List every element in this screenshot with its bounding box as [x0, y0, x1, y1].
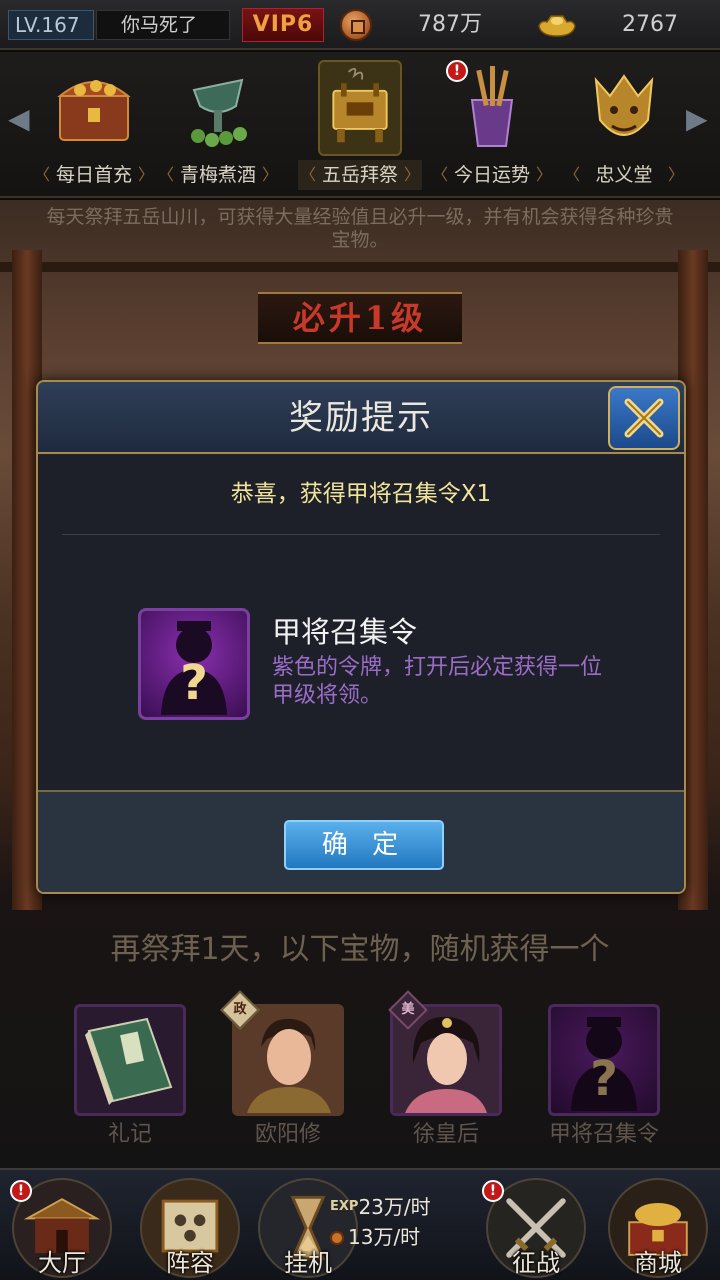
tab-label: 今日运势: [430, 160, 554, 190]
tab-label: 每日首充: [32, 160, 156, 190]
tab-daily-fortune[interactable]: ! 今日运势: [430, 58, 554, 192]
nav-label: 挂机: [284, 1249, 332, 1277]
tab-daily-recharge[interactable]: 每日首充: [32, 58, 156, 192]
nav-label: 阵容: [166, 1249, 214, 1277]
divider: [62, 534, 660, 535]
tab-loyalty-hall[interactable]: 忠义堂: [562, 58, 686, 192]
nav-label: 征战: [512, 1249, 560, 1277]
copper-coin-icon: [330, 1231, 344, 1245]
reward-slot-summon-token[interactable]: ? 甲将召集令: [548, 1004, 660, 1150]
treasure-chest-icon: [57, 80, 131, 141]
reward-item-icon[interactable]: ?: [138, 608, 250, 720]
tab-label: 忠义堂: [562, 160, 686, 190]
afk-exp-rate: 23万/时: [358, 1195, 431, 1219]
nav-formation[interactable]: 阵容: [134, 1178, 246, 1280]
afk-income-info: EXP23万/时 13万/时: [330, 1192, 460, 1252]
player-name[interactable]: 你马死了: [96, 10, 230, 40]
player-level: LV.167: [8, 10, 94, 40]
nav-battle[interactable]: ! 征战: [480, 1178, 592, 1280]
coin-count: 787万: [418, 12, 482, 37]
general-portrait-icon: [235, 1007, 341, 1113]
dialog-body: 恭喜，获得甲将召集令X1 ? 甲将召集令 紫色的令牌，打开后必定获得一位甲级将领…: [38, 456, 684, 790]
afk-coin-rate: 13万/时: [348, 1225, 421, 1249]
tab-plum-wine[interactable]: 青梅煮酒: [156, 58, 280, 192]
tab-five-peaks-worship[interactable]: 五岳拜祭: [298, 58, 422, 192]
close-icon: [624, 398, 664, 438]
reward-slot-empress-xu[interactable]: 美 徐皇后: [388, 990, 502, 1150]
close-button[interactable]: [608, 386, 680, 450]
dragon-head-icon: [594, 74, 654, 136]
wine-vessel-icon: [191, 78, 247, 147]
reward-name: 欧阳修: [254, 1122, 321, 1147]
top-status-bar: LV.167 你马死了 VIP6 787万 2767: [0, 0, 720, 50]
gold-ingot-icon: [538, 15, 576, 37]
dialog-title: 奖励提示: [289, 398, 433, 438]
next-worship-hint: 再祭拜1天，以下宝物，随机获得一个: [110, 932, 610, 967]
alert-badge: !: [10, 1180, 32, 1202]
mystery-token-icon: ?: [571, 1017, 637, 1111]
tabs-right-arrow[interactable]: ▶: [686, 102, 708, 136]
svg-text:?: ?: [590, 1051, 618, 1107]
reward-item-name: 甲将召集令: [272, 615, 418, 649]
reward-name: 徐皇后: [412, 1122, 479, 1147]
tab-label: 五岳拜祭: [298, 160, 422, 190]
gate-beam: [0, 262, 720, 272]
exp-label: EXP: [330, 1199, 359, 1214]
incense-burner-icon: [318, 60, 402, 156]
level-up-banner: 必升1级: [258, 292, 462, 344]
confirm-button[interactable]: 确 定: [284, 820, 444, 870]
activity-description: 每天祭拜五岳山川，可获得大量经验值且必升一级，并有机会获得各种珍贵宝物。: [46, 206, 674, 251]
vip-badge[interactable]: VIP6: [242, 8, 324, 42]
mystery-token-icon: ?: [161, 621, 227, 715]
reward-frame: [74, 1004, 186, 1116]
afk-coin-rate-row: 13万/时: [330, 1222, 460, 1252]
alert-badge: !: [482, 1180, 504, 1202]
reward-frame: ?: [548, 1004, 660, 1116]
reward-name: 甲将召集令: [548, 1122, 659, 1147]
reward-slot-ouyang-xiu[interactable]: 政 欧阳修: [220, 990, 344, 1150]
alert-badge: !: [446, 60, 468, 82]
book-icon: [85, 1017, 173, 1105]
nav-label: 商城: [634, 1249, 682, 1277]
nav-label: 大厅: [38, 1249, 86, 1277]
tabs-left-arrow[interactable]: ◀: [8, 102, 30, 136]
copper-coin-icon: [340, 9, 372, 41]
nav-shop[interactable]: 商城: [602, 1178, 714, 1280]
afk-exp-rate-row: EXP23万/时: [330, 1192, 460, 1222]
svg-text:?: ?: [180, 655, 208, 711]
gold-count: 2767: [622, 12, 678, 37]
activity-tabs: ◀ 每日首充 青梅煮酒 五岳拜祭: [0, 52, 720, 198]
reward-item-description: 紫色的令牌，打开后必定获得一位甲级将领。: [272, 655, 603, 708]
nav-hall[interactable]: ! 大厅: [6, 1178, 118, 1280]
tab-label: 青梅煮酒: [156, 160, 280, 190]
dialog-header: 奖励提示: [38, 382, 684, 454]
dialog-footer: 确 定: [38, 790, 684, 892]
reward-slot-book[interactable]: 礼记: [74, 1004, 186, 1150]
reward-name: 礼记: [107, 1122, 152, 1147]
congrats-message: 恭喜，获得甲将召集令X1: [230, 481, 492, 507]
reward-dialog: 奖励提示 恭喜，获得甲将召集令X1 ? 甲将召集令 紫色的令牌，打开后必定获得一…: [36, 380, 686, 894]
